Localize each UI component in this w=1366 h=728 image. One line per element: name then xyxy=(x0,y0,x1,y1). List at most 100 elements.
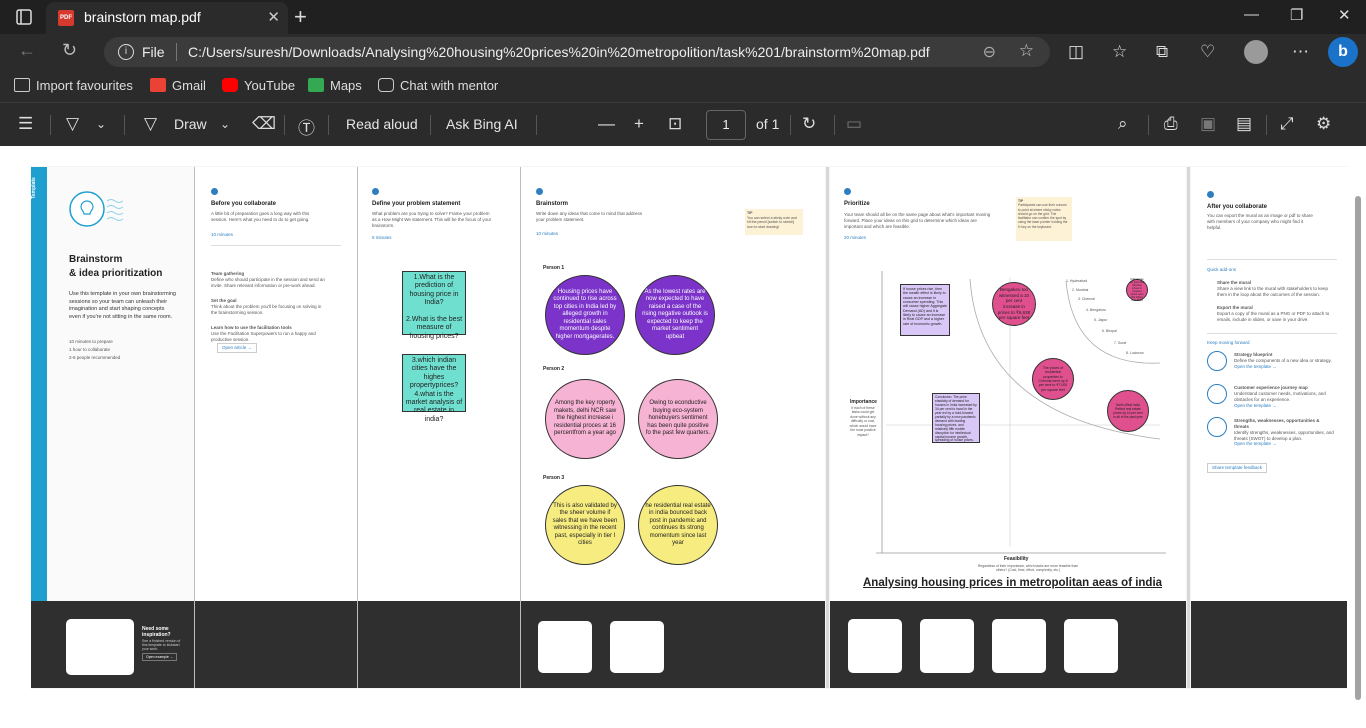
example-thumbnail[interactable] xyxy=(66,619,134,675)
bing-copilot-icon[interactable]: b xyxy=(1328,37,1358,67)
brainstorm-body: Write down any ideas that come to mind t… xyxy=(536,211,642,222)
back-button[interactable]: ← xyxy=(18,40,36,61)
open-example-button[interactable]: Open example → xyxy=(142,653,178,661)
grid-circle-north-west[interactable]: North-West India Reflect real estate pri… xyxy=(1107,390,1149,432)
rotate-icon[interactable]: ↻ xyxy=(802,114,816,134)
prioritize-example-thumb-4[interactable] xyxy=(1064,619,1118,673)
print-icon[interactable]: ⎙ xyxy=(1164,114,1178,134)
collections-icon[interactable]: ⧉ xyxy=(1156,42,1168,62)
search-icon[interactable]: ⌕ xyxy=(1118,114,1128,134)
city-item-1: 1. Hyderabad xyxy=(1066,279,1088,283)
grid-note-conclusion[interactable]: Conclusion: The price elasticity of dema… xyxy=(932,393,980,443)
page-total: of 1 xyxy=(756,116,780,132)
inspiration-title: Need some inspiration? xyxy=(142,626,171,638)
idea-circle-p1b[interactable]: As the lowest rates are now expected to … xyxy=(635,275,715,355)
read-aloud-button[interactable]: Read aloud xyxy=(346,116,418,132)
chevron-down-icon[interactable]: ⌄ xyxy=(96,117,106,131)
maximize-button[interactable]: ❐ xyxy=(1290,6,1303,24)
save-as-icon[interactable]: ▤ xyxy=(1236,114,1252,134)
idea-circle-p3b[interactable]: he residential real estate in india boun… xyxy=(638,485,718,565)
divider-line xyxy=(1207,259,1337,260)
profile-avatar[interactable] xyxy=(1244,40,1268,64)
share-feedback-button[interactable]: Share template feedback xyxy=(1207,463,1268,473)
journey-map-icon xyxy=(1207,384,1227,404)
open-article-link[interactable]: Open article → xyxy=(217,343,258,353)
grid-circle-kolkata[interactable]: Kolkata has the price and Mumbai prices … xyxy=(1126,278,1148,302)
open-template-link[interactable]: Open the template → xyxy=(1234,403,1277,408)
favourites-icon[interactable]: ☆ xyxy=(1112,42,1127,62)
minimize-button[interactable]: — xyxy=(1244,6,1259,23)
zoom-icon[interactable]: ⊖ xyxy=(983,42,996,62)
prioritize-example-thumb-3[interactable] xyxy=(992,619,1046,673)
chevron-down-icon[interactable]: ⌄ xyxy=(220,117,230,131)
panel-divider xyxy=(1187,167,1190,688)
open-template-link[interactable]: Open the template → xyxy=(1234,364,1277,369)
define-body: What problem are you trying to solve? Fr… xyxy=(372,211,492,228)
draw-button[interactable]: Draw xyxy=(174,116,207,132)
toolbar-separator xyxy=(1148,115,1149,135)
split-screen-icon[interactable]: ◫ xyxy=(1068,42,1084,62)
refresh-button[interactable]: ↻ xyxy=(62,40,77,61)
dark-strip-collab xyxy=(195,601,357,688)
define-time: 5 minutes xyxy=(372,235,392,240)
person-2-label: Person 2 xyxy=(543,366,565,372)
prioritize-panel: Prioritize Your team should all be on th… xyxy=(830,167,1186,601)
eraser-icon[interactable]: ⌫ xyxy=(252,114,276,134)
strategy-blueprint-icon xyxy=(1207,351,1227,371)
collab-step-b-body: Think about the problem you'll be focusi… xyxy=(211,303,322,315)
panel-divider xyxy=(520,167,521,688)
page-view-icon[interactable]: ▭ xyxy=(846,114,862,134)
browser-essentials-icon[interactable]: ♡ xyxy=(1200,42,1215,62)
url-text[interactable]: C:/Users/suresh/Downloads/Analysing%20ho… xyxy=(188,44,930,60)
fullscreen-icon[interactable]: ⤢ xyxy=(1280,114,1294,134)
info-icon[interactable]: i xyxy=(118,44,134,60)
ask-bing-ai-button[interactable]: Ask Bing AI xyxy=(446,116,518,132)
after-collaborate-panel: After you collaborate You can export the… xyxy=(1191,167,1347,601)
brainstorm-example-thumb-1[interactable] xyxy=(538,621,592,673)
grid-circle-bengaluru[interactable]: Bengaluru too witnessed a 10 per cent in… xyxy=(992,282,1036,326)
fav-chat-with-mentor[interactable]: Chat with mentor xyxy=(378,78,498,93)
tab-actions-button[interactable] xyxy=(10,7,38,27)
idea-circle-p3a[interactable]: This is also validated by the sheer volu… xyxy=(545,485,625,565)
fav-maps[interactable]: Maps xyxy=(308,78,362,93)
new-tab-button[interactable]: + xyxy=(294,4,307,30)
template-item-3-body: Identify strengths, weaknesses, opportun… xyxy=(1234,429,1334,441)
zoom-in-icon[interactable]: + xyxy=(634,114,644,134)
more-menu-icon[interactable]: ⋯ xyxy=(1292,42,1309,62)
window-close-button[interactable]: ✕ xyxy=(1338,6,1351,24)
fav-gmail[interactable]: Gmail xyxy=(150,78,206,93)
city-item-8: 8. Lucknow xyxy=(1126,351,1144,355)
settings-gear-icon[interactable]: ⚙ xyxy=(1316,114,1331,134)
tab-close-button[interactable]: ✕ xyxy=(267,8,280,26)
grid-note-wealth-effect[interactable]: If house prices rise, then the wealth ef… xyxy=(900,284,950,336)
idea-circle-p2b[interactable]: Owing to econductive buying eco-system h… xyxy=(638,379,718,459)
grid-circle-chennai[interactable]: The prices of residential properties in … xyxy=(1032,358,1074,400)
save-icon[interactable]: ▣ xyxy=(1200,114,1216,134)
sticky-note-problem-2[interactable]: 3.which indian cities have the highes pr… xyxy=(402,354,466,423)
draw-icon[interactable]: ▽ xyxy=(144,114,157,134)
page-number-input[interactable]: 1 xyxy=(706,110,746,140)
prioritize-example-thumb-1[interactable] xyxy=(848,619,902,673)
address-bar[interactable]: i File C:/Users/suresh/Downloads/Analysi… xyxy=(104,37,1050,67)
open-template-link[interactable]: Open the template → xyxy=(1234,441,1277,446)
fit-to-page-icon[interactable]: ⊡ xyxy=(668,114,682,134)
browser-tab-active[interactable]: PDF brainstorn map.pdf ✕ xyxy=(46,2,288,34)
before-collaborate-panel: Before you collaborate A little bit of p… xyxy=(195,167,357,601)
zoom-out-icon[interactable]: — xyxy=(598,114,615,134)
brainstorm-panel: Brainstorm Write down any ideas that com… xyxy=(521,167,825,601)
idea-circle-p2a[interactable]: Among the key roperty makets, delhi NCR … xyxy=(545,379,625,459)
analysis-caption: Analysing housing prices in metropolitan… xyxy=(863,577,1163,589)
idea-circle-p1a[interactable]: Housing prices have continued to rise ac… xyxy=(545,275,625,355)
prioritize-example-thumb-2[interactable] xyxy=(920,619,974,673)
vertical-scrollbar[interactable] xyxy=(1355,196,1361,700)
sticky-note-problem-1[interactable]: 1.What is the prediction of housing pric… xyxy=(402,271,466,340)
favourite-star-icon[interactable]: ☆ xyxy=(1019,41,1034,61)
toolbar-separator xyxy=(284,115,285,135)
city-item-2: 2. Mumbai xyxy=(1072,288,1089,292)
fav-import-favourites[interactable]: Import favourites xyxy=(14,78,133,93)
brainstorm-example-thumb-2[interactable] xyxy=(610,621,664,673)
text-box-icon[interactable]: Ⓣ xyxy=(298,114,315,139)
contents-icon[interactable]: ☰ xyxy=(18,114,33,134)
highlight-icon[interactable]: ▽ xyxy=(66,114,79,134)
fav-youtube[interactable]: YouTube xyxy=(222,78,295,93)
